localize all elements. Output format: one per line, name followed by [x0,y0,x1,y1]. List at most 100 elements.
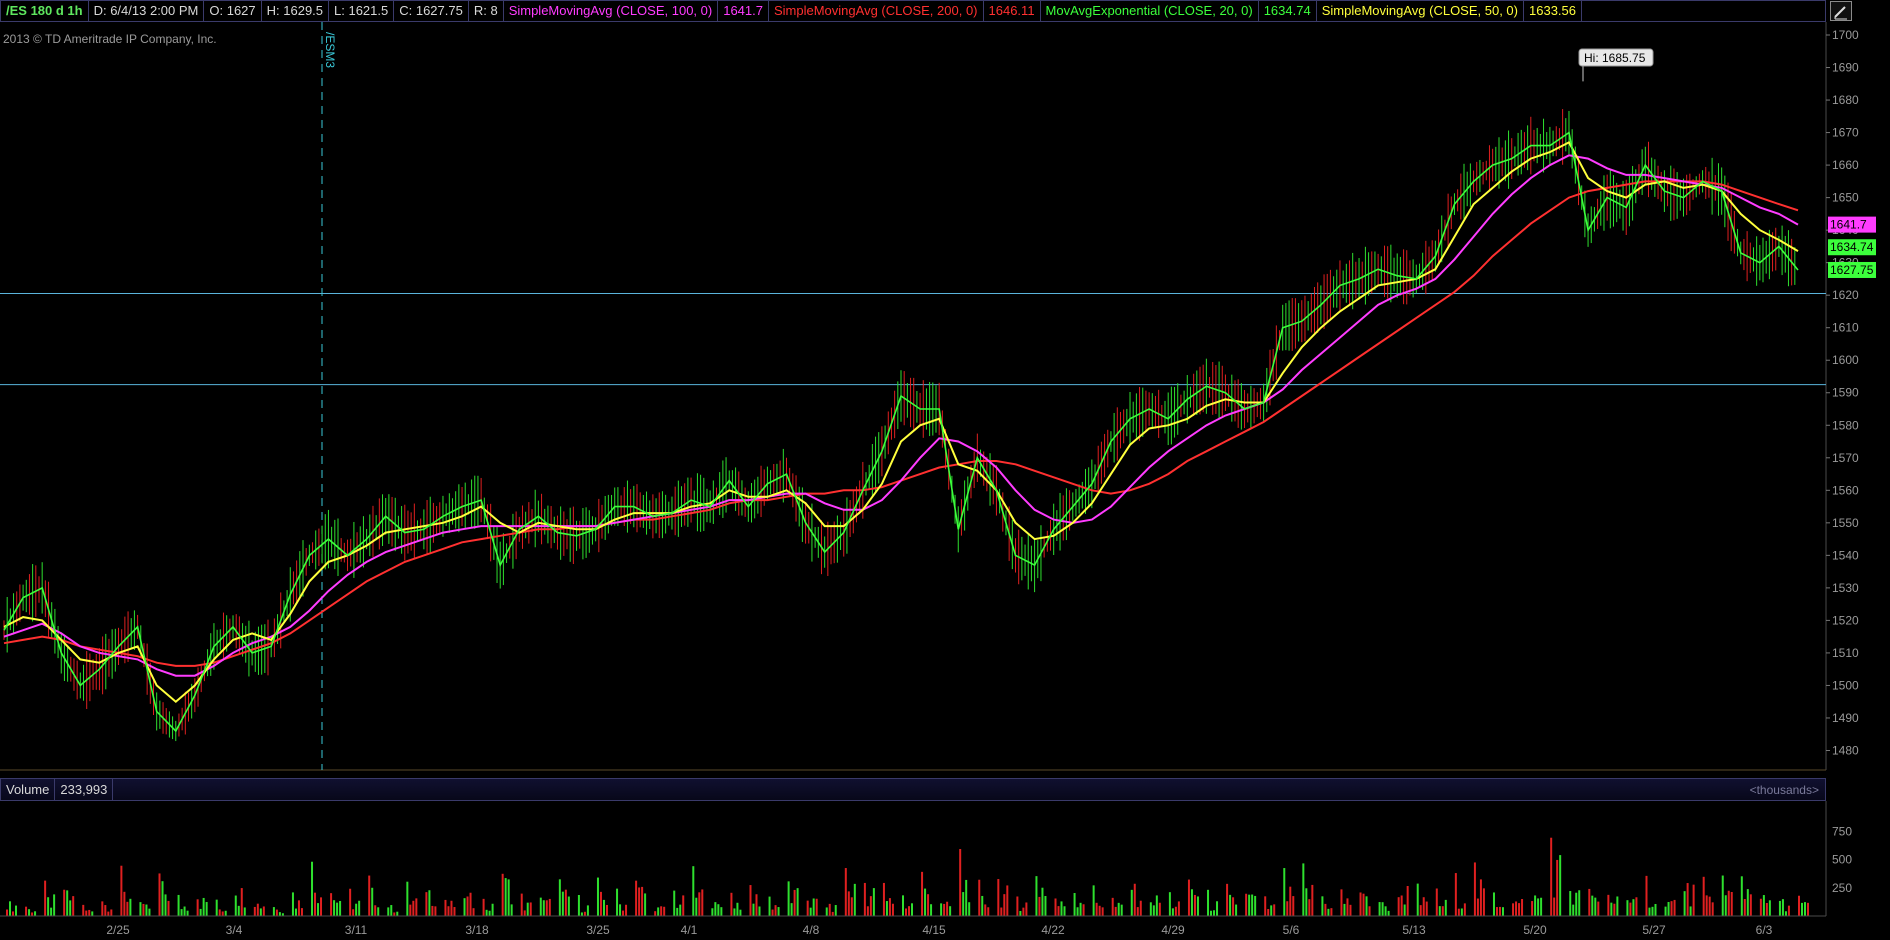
price-tick-label: 1570 [1832,451,1859,465]
volume-bar [1460,908,1463,916]
price-chart[interactable]: 1480 1490 1500 1510 1520 1530 1540 1550 1560 1570… [0,0,1890,778]
volume-bar [1082,904,1085,916]
volume-bar [1327,908,1330,916]
volume-bar [1362,893,1365,916]
volume-bar [692,866,695,916]
volume-bar [377,907,380,916]
volume-bar [317,903,320,916]
volume-bar [1664,906,1667,916]
volume-bar [240,888,243,916]
volume-bar [447,906,450,916]
sma200-line [3,180,1799,667]
price-tick-label: 1530 [1832,581,1859,595]
volume-bar [314,892,317,916]
volume-header: Volume 233,993 <thousands> [0,778,1826,801]
volume-bar [91,911,94,916]
volume-bar [978,879,981,916]
volume-bar [1229,894,1232,916]
volume-bar [196,899,199,916]
volume-bar [796,888,799,916]
price-tick-label: 1670 [1832,126,1859,140]
volume-bar [1501,907,1504,916]
volume-bar [1321,896,1324,916]
volume-bar [1749,894,1752,916]
volume-bar [82,904,85,916]
volume-units: <thousands> [1749,782,1819,797]
volume-bar [888,898,891,916]
volume-bar [349,888,352,916]
volume-chart[interactable]: 250 500 750 2/25 3/4 3/11 3/18 3/25 4/1 4/8 4/15 4/… [0,801,1890,940]
volume-bar [1149,902,1152,916]
volume-bar [1305,888,1308,916]
volume-bar [1648,907,1651,916]
volume-bar [336,902,339,916]
volume-bar [1384,906,1387,916]
volume-bar [844,868,847,916]
volume-bar [1095,902,1098,916]
volume-bar [31,912,34,916]
volume-bar [1569,891,1572,916]
volume-bar [1550,837,1553,916]
volume-bar [1556,859,1559,916]
volume-bar [1136,907,1139,916]
volume-bar [1226,883,1229,916]
volume-bar [908,906,910,916]
volume-bar [1553,897,1556,916]
volume-bar [1759,898,1762,916]
volume-bar [1531,901,1534,916]
volume-bar [453,907,456,916]
volume-bar [297,900,300,916]
volume-bar [1540,897,1543,916]
volume-bar [1708,896,1711,916]
volume-bar [1190,889,1193,916]
volume-bar [415,898,418,916]
volume-bar [1495,907,1498,916]
volume-bar [921,871,924,916]
volume-bar [1171,908,1174,916]
volume-tick-label: 750 [1832,824,1852,838]
volume-bar [831,911,834,916]
price-tick-label: 1610 [1832,321,1859,335]
volume-bar [885,901,888,916]
volume-bar [701,889,704,916]
volume-bar [256,903,259,916]
volume-bar [635,880,638,916]
volume-bar [1283,868,1286,916]
volume-bar [812,898,815,916]
volume-bar [224,910,227,916]
volume-bar [1651,906,1654,916]
volume-bar [126,901,129,916]
volume-bar [1784,911,1787,916]
volume-bar [1330,908,1333,916]
volume-bar [1365,896,1368,916]
x-tick-label: 2/25 [106,923,130,937]
volume-bar [1798,895,1800,916]
volume-bar [1629,902,1632,916]
volume-bar [450,900,453,916]
volume-bar [965,879,968,916]
volume-bar [202,897,205,916]
volume-bar [396,911,399,916]
volume-bar [596,877,599,916]
volume-bar [924,888,927,916]
volume-bar [1473,862,1476,916]
volume-bar [1778,900,1781,916]
volume-bar [1518,903,1521,916]
volume-bar [47,897,50,916]
volume-bar [472,908,475,916]
volume-bar [644,893,647,916]
volume-bar [12,911,14,916]
volume-bar [673,890,676,916]
volume-bar [387,907,390,916]
volume-bar [545,900,548,916]
volume-bar [1498,906,1501,916]
x-tick-label: 3/25 [586,923,610,937]
volume-bar [1616,896,1619,916]
volume-bar [1645,875,1648,916]
volume-bar [9,901,11,916]
volume-bar [66,890,69,916]
volume-bar [145,904,148,916]
volume-bar [984,904,987,916]
price-tick-label: 1650 [1832,191,1859,205]
x-tick-label: 3/4 [226,923,243,937]
